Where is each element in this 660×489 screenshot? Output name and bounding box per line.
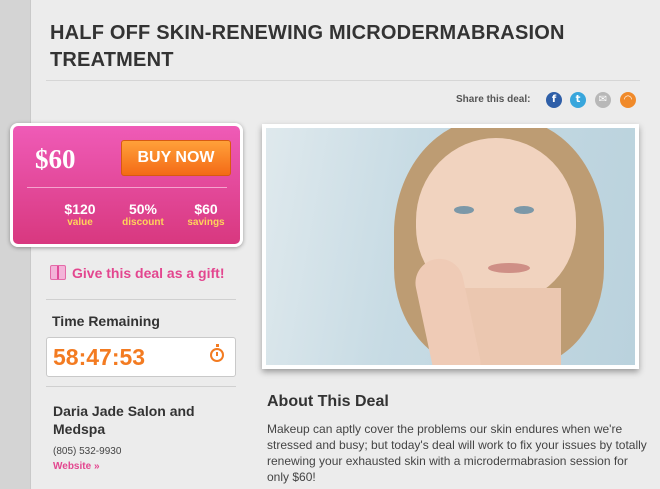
price-box: $60 BUY NOW $120 value 50% discount $60 …	[10, 123, 243, 247]
countdown-timer: 58:47:53	[46, 337, 236, 377]
time-remaining-label: Time Remaining	[52, 313, 160, 329]
twitter-icon[interactable]: t	[570, 92, 586, 108]
deal-title: HALF OFF SKIN-RENEWING MICRODERMABRASION…	[50, 22, 565, 71]
rss-icon[interactable]: ◠	[620, 92, 636, 108]
deal-photo-frame	[262, 124, 639, 369]
stat-savings-label: savings	[187, 217, 225, 228]
deal-photo	[266, 128, 635, 365]
stat-discount: 50% discount	[115, 201, 171, 229]
stat-discount-number: 50%	[128, 201, 158, 217]
facebook-icon[interactable]: f	[546, 92, 562, 108]
divider	[46, 80, 640, 81]
gift-link[interactable]: Give this deal as a gift!	[72, 265, 225, 281]
merchant-website-link[interactable]: Website »	[53, 461, 100, 472]
photo-eye-right	[514, 206, 534, 214]
deal-price: $60	[35, 144, 76, 174]
merchant-name: Daria Jade Salon and Medspa	[53, 403, 195, 437]
photo-lips	[488, 263, 530, 273]
about-title: About This Deal	[267, 393, 389, 410]
divider	[46, 386, 236, 387]
stat-savings: $60 savings	[181, 201, 231, 229]
stat-discount-label: discount	[122, 217, 164, 228]
stat-value: $120 value	[55, 201, 105, 229]
email-icon[interactable]: ✉	[595, 92, 611, 108]
share-label: Share this deal:	[456, 94, 531, 105]
photo-eye-left	[454, 206, 474, 214]
stat-value-number: $120	[64, 201, 96, 217]
stat-value-label: value	[67, 217, 93, 228]
divider	[46, 299, 236, 300]
merchant-phone: (805) 532-9930	[53, 446, 122, 457]
buy-now-button[interactable]: BUY NOW	[121, 140, 231, 176]
countdown-value: 58:47:53	[53, 344, 146, 370]
gift-icon[interactable]	[50, 265, 66, 280]
price-divider	[27, 187, 227, 188]
stat-savings-number: $60	[194, 201, 218, 217]
stopwatch-icon	[210, 344, 224, 362]
about-text: Makeup can aptly cover the problems our …	[267, 422, 647, 484]
